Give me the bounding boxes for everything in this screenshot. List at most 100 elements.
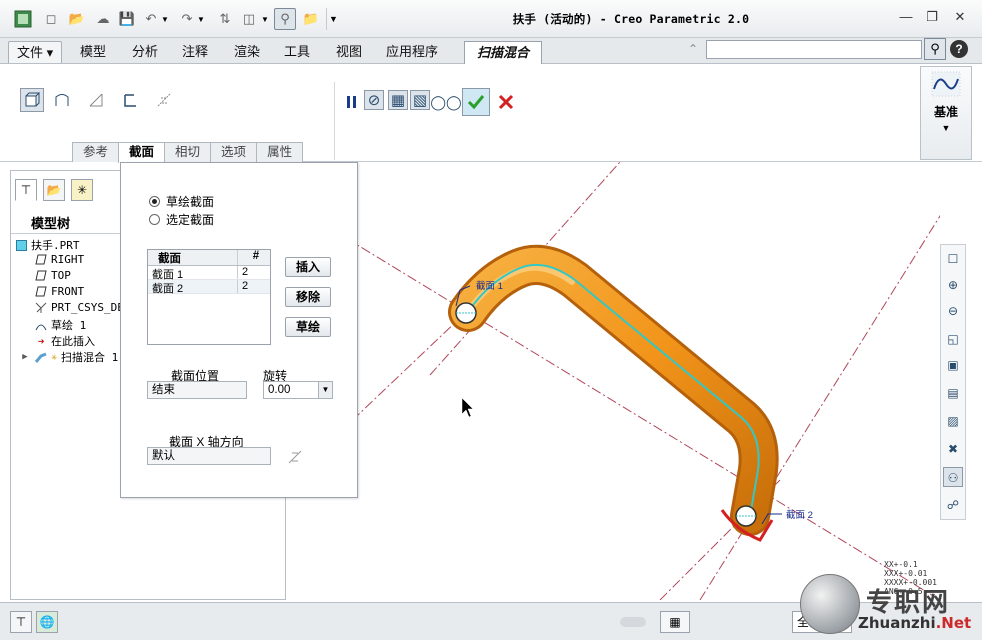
browser-toggle-icon[interactable]: 🌐 — [36, 611, 58, 633]
tab-view[interactable]: 视图 — [328, 41, 370, 63]
datum-plane-icon — [35, 270, 47, 281]
tab-tools[interactable]: 工具 — [276, 41, 318, 63]
tree-item-sweep-blend[interactable]: ▶ ✳ 扫描混合 1 — [19, 349, 118, 365]
datum-group-button[interactable]: 基准 ▼ — [920, 66, 972, 160]
tree-item-front[interactable]: FRONT — [35, 285, 84, 298]
sections-panel: 草绘截面 选定截面 截面 # 截面 1 2 截面 2 2 插入 移除 草绘 截面… — [120, 162, 358, 498]
tab-applications[interactable]: 应用程序 — [378, 41, 446, 63]
sections-table: 截面 # 截面 1 2 截面 2 2 — [147, 249, 271, 345]
remove-button[interactable]: 移除 — [285, 287, 331, 307]
surface-icon[interactable] — [50, 88, 74, 112]
close-icon[interactable]: ✕ — [950, 9, 970, 27]
tree-item-csys[interactable]: PRT_CSYS_DEF — [35, 301, 130, 314]
search-input[interactable] — [706, 40, 922, 59]
title-bar: ◻ 📂 ☁ 💾 ↶ ▼ ↷ ▼ ⇅ ◫ ▼ ⚲ 📁 ▼ 扶手 (活动的) - C… — [0, 0, 982, 38]
solid-icon[interactable] — [20, 88, 44, 112]
saved-orientations-icon[interactable]: ▤ — [943, 383, 963, 403]
datum-curve-icon — [931, 71, 961, 100]
datum-axis-line — [299, 209, 940, 600]
minimize-icon[interactable]: — — [896, 9, 916, 27]
cursor-icon — [461, 397, 474, 418]
datum-group-label: 基准 — [933, 105, 958, 119]
tab-analysis[interactable]: 分析 — [124, 41, 166, 63]
zoom-out-icon[interactable]: ⊖ — [943, 301, 963, 321]
sketch-button[interactable]: 草绘 — [285, 317, 331, 337]
ribbon-panel: ⊘ ▦ ▧ ◯◯ 参考 截面 相切 选项 属性 — [0, 64, 982, 163]
insert-arrow-icon: ➜ — [37, 334, 45, 348]
annotation-display-icon[interactable]: ⚇ — [943, 467, 963, 487]
insert-button[interactable]: 插入 — [285, 257, 331, 277]
window-title: 扶手 (活动的) - Creo Parametric 2.0 — [512, 12, 750, 26]
datum-plane-icon — [35, 254, 47, 265]
rotation-select[interactable]: 0.00 ▼ — [263, 381, 333, 399]
zoom-in-icon[interactable]: ⊕ — [943, 275, 963, 295]
tree-item-right[interactable]: RIGHT — [35, 253, 84, 266]
tab-options[interactable]: 选项 — [210, 142, 258, 162]
pause-icon[interactable] — [340, 90, 364, 114]
x-axis-direction-field[interactable]: 默认 — [147, 447, 271, 465]
tab-tangency[interactable]: 相切 — [164, 142, 212, 162]
verify-icon[interactable]: ◯◯ — [430, 90, 461, 114]
chevron-down-icon[interactable]: ▼ — [318, 382, 332, 398]
preview-mesh-icon[interactable]: ▦ — [388, 90, 408, 110]
radio-sketched-sections[interactable]: 草绘截面 — [149, 193, 214, 210]
section-location-field[interactable]: 结束 — [147, 381, 247, 399]
sketch-icon — [35, 320, 47, 331]
repaint-icon[interactable]: ◱ — [943, 329, 963, 349]
favorites-tab-icon[interactable]: ✳ — [71, 179, 93, 201]
confirm-icon[interactable] — [462, 88, 490, 116]
refit-icon[interactable]: ☐ — [943, 249, 963, 269]
creo-window: ◻ 📂 ☁ 💾 ↶ ▼ ↷ ▼ ⇅ ◫ ▼ ⚲ 📁 ▼ 扶手 (活动的) - C… — [0, 0, 982, 640]
restore-icon[interactable]: ❐ — [922, 9, 942, 27]
no-preview-icon[interactable]: ⊘ — [364, 90, 384, 110]
sweep-blend-surface — [451, 248, 776, 533]
thicken-icon[interactable] — [118, 88, 142, 112]
model-tree-toggle-icon[interactable]: ⊤ — [10, 611, 32, 633]
dashboard-tabs: 参考 截面 相切 选项 属性 — [72, 142, 304, 163]
datum-plane-icon — [35, 286, 47, 297]
tree-item-part[interactable]: 扶手.PRT — [15, 237, 80, 253]
spin-center-icon[interactable]: ☍ — [943, 495, 963, 515]
tab-model[interactable]: 模型 — [72, 41, 114, 63]
table-row[interactable]: 截面 2 2 — [148, 280, 270, 295]
tab-references[interactable]: 参考 — [72, 142, 120, 162]
model-tree-tab-icon[interactable]: ⊤ — [15, 179, 37, 201]
csys-icon — [35, 302, 47, 313]
minimize-ribbon-icon[interactable]: ⌃ — [688, 42, 698, 56]
help-icon[interactable]: ? — [950, 40, 968, 58]
tree-item-sketch[interactable]: 草绘 1 — [35, 317, 86, 333]
flip-direction-icon[interactable] — [152, 88, 176, 112]
model-canvas: 截面 1 截面 2 — [299, 162, 940, 600]
folder-browser-tab-icon[interactable]: 📂 — [43, 179, 65, 201]
tree-item-top[interactable]: TOP — [35, 269, 71, 282]
search-icon[interactable]: ⚲ — [924, 38, 946, 60]
model-tree-title: 模型树 — [31, 216, 71, 231]
tab-annotate[interactable]: 注释 — [174, 41, 216, 63]
remove-material-icon[interactable] — [84, 88, 108, 112]
ribbon-separator — [334, 82, 335, 160]
watermark-url: Zhuanzhi.Net — [858, 614, 972, 632]
tab-file[interactable]: 文件 ▾ — [8, 41, 63, 63]
view-toolbar: ☐ ⊕ ⊖ ◱ ▣ ▤ ▨ ✖ ⚇ ☍ — [940, 244, 966, 520]
radio-selected-sections[interactable]: 选定截面 — [149, 211, 214, 228]
progress-indicator — [620, 617, 646, 627]
display-style-icon[interactable]: ▣ — [943, 355, 963, 375]
flip-x-axis-icon[interactable] — [287, 449, 303, 468]
cancel-icon[interactable] — [494, 90, 518, 114]
part-icon — [15, 239, 27, 251]
table-header: 截面 # — [148, 250, 270, 266]
graphics-viewport[interactable]: 截面 1 截面 2 — [286, 162, 940, 600]
table-row[interactable]: 截面 1 2 — [148, 266, 270, 281]
expand-arrow-icon[interactable]: ▶ — [19, 352, 31, 363]
preview-geometry-icon[interactable]: ▧ — [410, 90, 430, 110]
tab-render[interactable]: 渲染 — [226, 41, 268, 63]
watermark-logo-icon — [800, 574, 860, 634]
tab-properties[interactable]: 属性 — [256, 142, 304, 162]
tab-sweep-blend[interactable]: 扫描混合 — [464, 41, 543, 65]
find-selection-icon[interactable]: ▦ — [660, 611, 690, 633]
section-1-label: 截面 1 — [476, 280, 503, 292]
tab-sections[interactable]: 截面 — [118, 142, 166, 163]
view-manager-icon[interactable]: ▨ — [943, 411, 963, 431]
tree-item-insert-here[interactable]: ➜ 在此插入 — [35, 333, 95, 349]
datum-display-icon[interactable]: ✖ — [943, 439, 963, 459]
